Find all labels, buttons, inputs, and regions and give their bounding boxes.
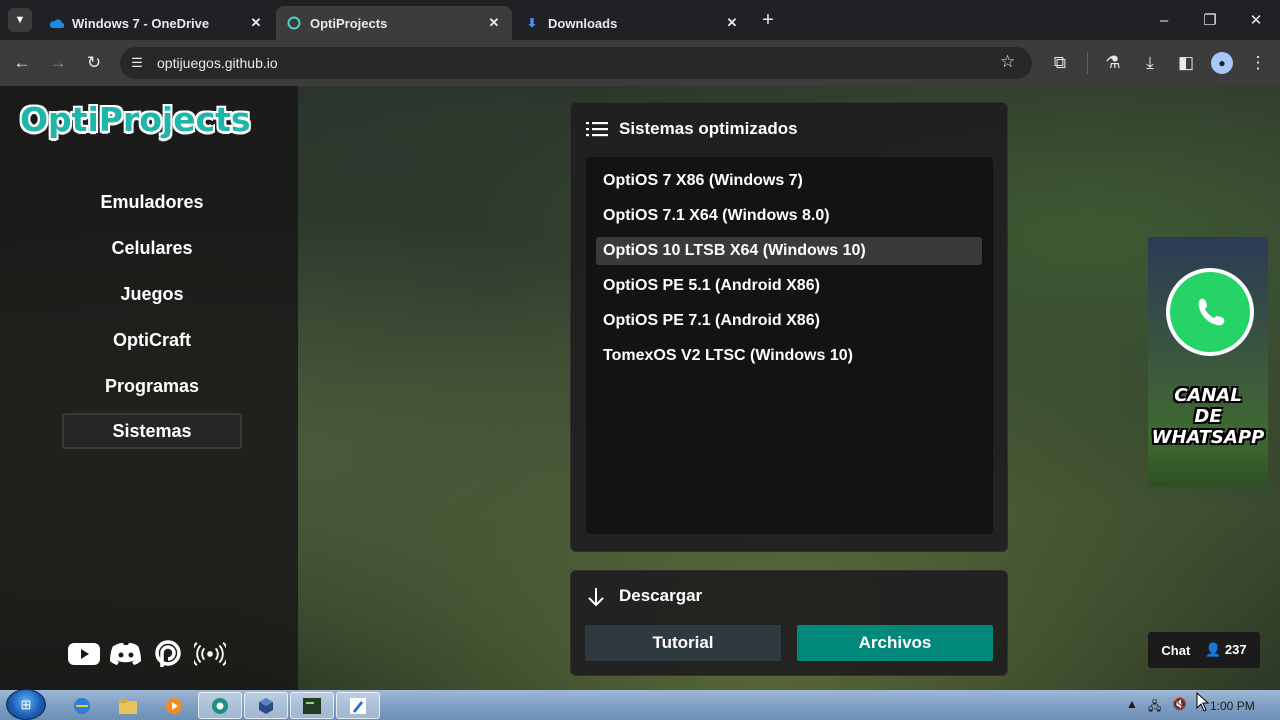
whatsapp-line-2: DE [1194, 406, 1222, 427]
broadcast-icon[interactable] [194, 640, 226, 668]
taskbar-clock[interactable]: 1:00 PM [1210, 699, 1255, 713]
tab-search-button[interactable]: ▼ [8, 8, 32, 32]
new-tab-button[interactable]: + [758, 9, 778, 31]
nav-opticraft[interactable]: OptiCraft [62, 322, 242, 358]
profile-avatar[interactable]: ● [1211, 52, 1233, 74]
file-explorer-icon[interactable] [106, 692, 150, 719]
start-button[interactable]: ⊞ [6, 689, 46, 720]
arrow-down-icon [586, 586, 608, 608]
minimize-icon[interactable]: – [1152, 8, 1176, 32]
windows-logo-icon: ⊞ [20, 696, 32, 712]
show-hidden-icons[interactable]: ▲ [1126, 697, 1138, 711]
mouse-cursor-icon [1196, 691, 1210, 712]
tutorial-button[interactable]: Tutorial [585, 625, 781, 661]
labs-icon[interactable]: ⚗ [1100, 50, 1126, 76]
user-icon: 👤 [1205, 642, 1222, 657]
download-icon: ⬇ [526, 16, 538, 30]
onedrive-icon [48, 15, 64, 31]
list-icon [586, 120, 608, 140]
side-panel-icon[interactable]: ◧ [1173, 50, 1199, 76]
nav-juegos[interactable]: Juegos [62, 276, 242, 312]
chat-user-count: 237 [1224, 642, 1247, 657]
tab-title: Downloads [548, 15, 618, 31]
chat-count-group: 👤 237 [1205, 642, 1247, 658]
whatsapp-banner-text: CANAL DE WHATSAPP [1148, 385, 1268, 448]
youtube-icon[interactable] [68, 640, 100, 668]
bookmark-star-icon[interactable]: ☆ [1000, 52, 1015, 72]
whatsapp-icon [1166, 268, 1254, 356]
chrome-taskbar-icon[interactable] [198, 692, 242, 719]
optiprojects-icon [286, 15, 302, 31]
list-item[interactable]: OptiOS PE 7.1 (Android X86) [596, 307, 982, 335]
menu-kebab-icon[interactable]: ⋮ [1245, 50, 1271, 76]
close-tab-icon[interactable]: ✕ [248, 15, 264, 31]
list-item[interactable]: TomexOS V2 LTSC (Windows 10) [596, 342, 982, 370]
virtualbox-icon[interactable] [244, 692, 288, 719]
nav-programas[interactable]: Programas [62, 368, 242, 404]
files-button[interactable]: Archivos [797, 625, 993, 661]
volume-muted-icon[interactable]: 🔇 [1172, 697, 1187, 711]
tab-title: Windows 7 - OneDrive [72, 15, 210, 31]
systems-panel-title: Sistemas optimizados [619, 119, 798, 138]
discord-icon[interactable] [110, 640, 142, 668]
close-tab-icon[interactable]: ✕ [486, 15, 502, 31]
list-item[interactable]: OptiOS PE 5.1 (Android X86) [596, 272, 982, 300]
tab-title: OptiProjects [310, 15, 388, 31]
close-window-icon[interactable]: ✕ [1244, 8, 1268, 32]
chat-label: Chat [1161, 642, 1191, 658]
patreon-icon[interactable] [152, 640, 184, 668]
media-player-icon[interactable] [152, 692, 196, 719]
whatsapp-line-1: CANAL [1174, 385, 1242, 406]
forward-icon[interactable]: → [45, 50, 71, 76]
toolbar-divider [1087, 52, 1088, 74]
list-item[interactable]: OptiOS 7.1 X64 (Windows 8.0) [596, 202, 982, 230]
site-logo[interactable]: OptiProjects [20, 100, 251, 139]
internet-explorer-icon[interactable] [60, 692, 104, 719]
extensions-icon[interactable]: ⧉ [1047, 50, 1073, 76]
network-icon[interactable]: 🖧 [1148, 697, 1161, 718]
tab-onedrive[interactable]: Windows 7 - OneDrive ✕ [38, 6, 274, 40]
list-item-selected[interactable]: OptiOS 10 LTSB X64 (Windows 10) [596, 237, 982, 265]
tab-optiprojects[interactable]: OptiProjects ✕ [276, 6, 512, 40]
nav-sistemas[interactable]: Sistemas [62, 413, 242, 449]
close-tab-icon[interactable]: ✕ [724, 15, 740, 31]
terminal-icon[interactable] [290, 692, 334, 719]
whatsapp-line-3: WHATSAPP [1151, 427, 1265, 448]
url-text[interactable]: optijuegos.github.io [157, 55, 278, 71]
list-item[interactable]: OptiOS 7 X86 (Windows 7) [596, 167, 982, 195]
chevron-down-icon: ▼ [14, 14, 26, 26]
nav-celulares[interactable]: Celulares [62, 230, 242, 266]
nav-emuladores[interactable]: Emuladores [62, 184, 242, 220]
restore-icon[interactable]: ❐ [1198, 8, 1222, 32]
download-panel-title: Descargar [619, 586, 703, 605]
editor-icon[interactable] [336, 692, 380, 719]
downloads-icon[interactable]: ⤓ [1137, 50, 1163, 76]
back-icon[interactable]: ← [9, 50, 35, 76]
chat-widget[interactable]: Chat 👤 237 [1148, 632, 1260, 668]
site-settings-icon[interactable]: ☰ [128, 54, 146, 72]
reload-icon[interactable]: ↻ [81, 50, 107, 76]
tab-downloads[interactable]: ⬇ Downloads ✕ [514, 6, 750, 40]
